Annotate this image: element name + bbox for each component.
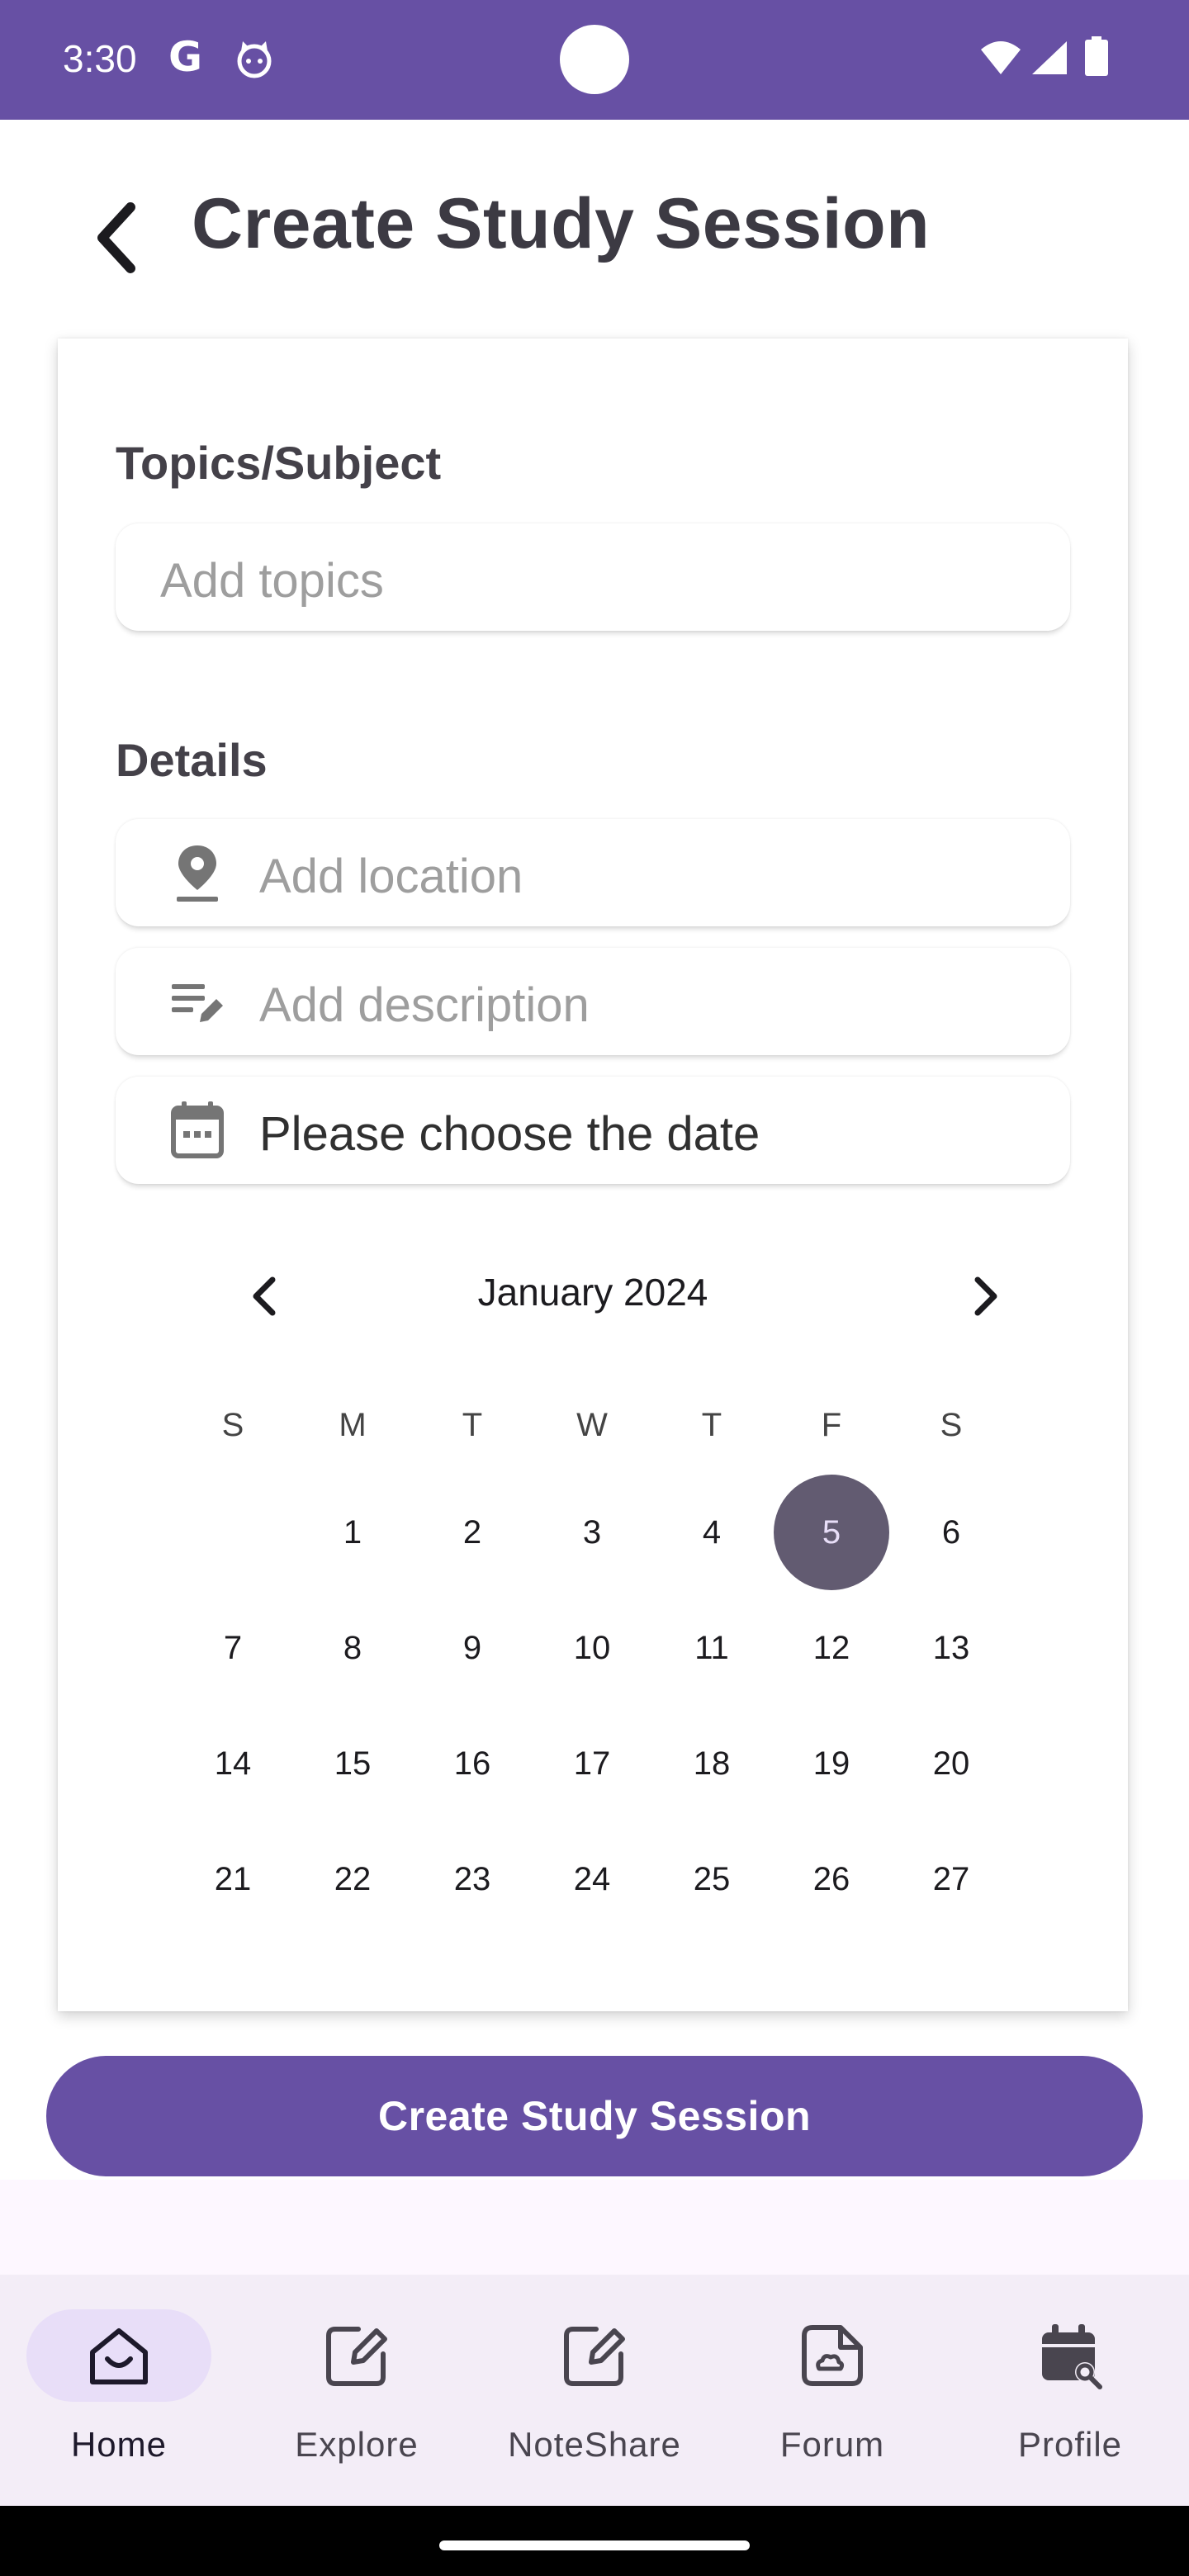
weekday-header: W [576, 1406, 608, 1443]
bottom-navigation: Home Explore NoteShare Forum Profile [0, 2275, 1189, 2506]
chevron-right-icon [974, 1276, 997, 1316]
calendar-day[interactable]: 20 [893, 1706, 1009, 1821]
nav-label-explore: Explore [295, 2425, 419, 2464]
calendar-day[interactable]: 26 [774, 1821, 889, 1937]
calendar-day[interactable]: 27 [893, 1821, 1009, 1937]
nav-explore[interactable]: Explore [238, 2275, 476, 2506]
gesture-navigation-bar [0, 2506, 1189, 2576]
calendar-day[interactable]: 15 [295, 1706, 410, 1821]
google-icon: G [168, 33, 203, 81]
back-button[interactable] [84, 188, 150, 287]
calendar-day[interactable]: 24 [534, 1821, 650, 1937]
calendar-day[interactable]: 9 [414, 1590, 530, 1706]
location-placeholder: Add location [259, 850, 523, 903]
details-label: Details [116, 734, 268, 786]
edit-notes-icon [172, 984, 223, 1022]
calendar-day[interactable]: 22 [295, 1821, 410, 1937]
calendar-day[interactable]: 7 [175, 1590, 291, 1706]
home-smile-icon [90, 2328, 148, 2384]
nav-profile[interactable]: Profile [951, 2275, 1189, 2506]
signal-icon [1032, 41, 1067, 74]
calendar-day[interactable]: 8 [295, 1590, 410, 1706]
weekday-header: S [221, 1406, 244, 1443]
calendar-day[interactable]: 13 [893, 1590, 1009, 1706]
wifi-icon [981, 41, 1021, 74]
session-form-card: Topics/Subject Add topics Details Add lo… [58, 339, 1128, 2011]
cat-icon [237, 41, 272, 78]
edit-square-icon [326, 2327, 387, 2386]
calendar-day[interactable]: 23 [414, 1821, 530, 1937]
create-study-session-button[interactable]: Create Study Session [46, 2056, 1143, 2176]
gesture-handle[interactable] [439, 2540, 750, 2550]
calendar-day[interactable]: 19 [774, 1706, 889, 1821]
battery-icon [1085, 36, 1108, 76]
calendar-day[interactable]: 6 [893, 1475, 1009, 1590]
calendar-day[interactable]: 21 [175, 1821, 291, 1937]
calendar-icon [171, 1101, 224, 1158]
nav-noteshare[interactable]: NoteShare [476, 2275, 713, 2506]
description-input[interactable]: Add description [116, 948, 1070, 1055]
nav-label-profile: Profile [1017, 2425, 1123, 2464]
weekday-header: T [462, 1406, 483, 1443]
background-tint [0, 2180, 1189, 2275]
weekday-header: F [821, 1406, 842, 1443]
camera-cutout [560, 25, 629, 94]
topics-placeholder: Add topics [160, 554, 384, 608]
calendar-day[interactable]: 11 [654, 1590, 770, 1706]
calendar-search-icon [1042, 2324, 1102, 2389]
status-time: 3:30 [63, 37, 137, 80]
page-title: Create Study Session [192, 184, 931, 263]
date-field[interactable]: Please choose the date [116, 1077, 1070, 1184]
date-value: Please choose the date [259, 1107, 760, 1161]
location-input[interactable]: Add location [116, 819, 1070, 926]
calendar-day[interactable]: 10 [534, 1590, 650, 1706]
calendar-day[interactable]: 18 [654, 1706, 770, 1821]
nav-home[interactable]: Home [0, 2275, 238, 2506]
nav-label-noteshare: NoteShare [508, 2425, 681, 2464]
calendar-day[interactable]: 3 [534, 1475, 650, 1590]
next-month-button[interactable] [953, 1263, 1019, 1329]
calendar-day-selected[interactable]: 5 [774, 1475, 889, 1590]
nav-label-home: Home [70, 2425, 168, 2464]
calendar-day[interactable]: 14 [175, 1706, 291, 1821]
calendar-day[interactable]: 1 [295, 1475, 410, 1590]
weekday-header: M [339, 1406, 367, 1443]
weekday-header: T [701, 1406, 722, 1443]
topics-input[interactable]: Add topics [116, 523, 1070, 631]
nav-forum[interactable]: Forum [713, 2275, 951, 2506]
calendar-day[interactable]: 16 [414, 1706, 530, 1821]
weekday-header: S [940, 1406, 963, 1443]
calendar-day[interactable]: 17 [534, 1706, 650, 1821]
description-placeholder: Add description [259, 978, 590, 1032]
edit-square-icon [564, 2327, 625, 2386]
location-pin-icon [177, 845, 218, 902]
status-bar: 3:30 G [0, 0, 1189, 120]
calendar-day[interactable]: 4 [654, 1475, 770, 1590]
calendar-day[interactable]: 12 [774, 1590, 889, 1706]
topics-label: Topics/Subject [116, 437, 442, 489]
calendar-day[interactable]: 25 [654, 1821, 770, 1937]
nav-label-forum: Forum [779, 2425, 885, 2464]
note-cloud-icon [802, 2325, 863, 2386]
chevron-left-icon [97, 202, 135, 273]
calendar-day[interactable]: 2 [414, 1475, 530, 1590]
